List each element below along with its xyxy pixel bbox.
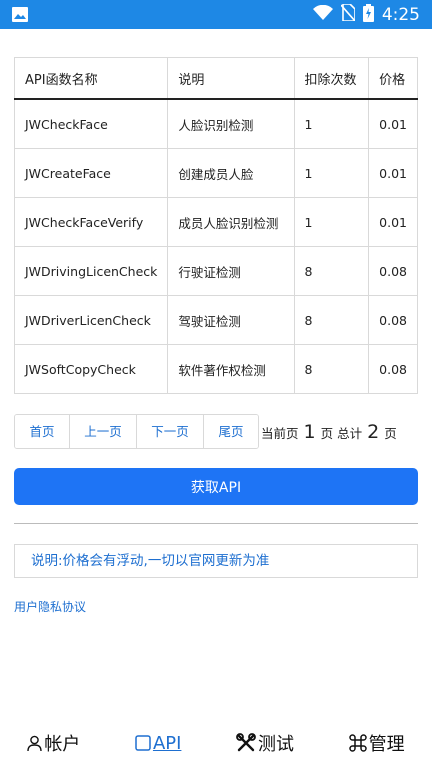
cell-price: 0.01 xyxy=(368,197,418,247)
api-price-table: API函数名称 说明 扣除次数 价格 JWCheckFace 人脸识别检测 1 … xyxy=(13,57,418,394)
privacy-policy-link[interactable]: 用户隐私协议 xyxy=(14,598,86,615)
tools-icon xyxy=(236,733,256,753)
cell-api-name: JWCheckFace xyxy=(13,98,169,149)
cell-api-name: JWSoftCopyCheck xyxy=(13,344,169,394)
total-pages-suffix: 页 xyxy=(384,425,397,441)
cell-description: 成员人脸识别检测 xyxy=(167,197,295,247)
pagination-buttons: 首页 上一页 下一页 尾页 xyxy=(14,414,259,449)
cell-price: 0.08 xyxy=(368,344,418,394)
cell-count: 1 xyxy=(293,98,370,149)
fetch-api-button[interactable]: 获取API xyxy=(14,468,418,505)
cell-description: 人脸识别检测 xyxy=(167,98,295,149)
cell-api-name: JWDrivingLicenCheck xyxy=(13,246,169,296)
cell-count: 8 xyxy=(293,295,370,345)
cell-price: 0.08 xyxy=(368,295,418,345)
user-icon xyxy=(27,735,43,751)
price-notice: 说明:价格会有浮动,一切以官网更新为准 xyxy=(14,544,418,578)
nav-manage[interactable]: 管理 xyxy=(348,730,405,756)
current-page-number: 1 xyxy=(303,420,316,443)
cell-description: 软件著作权检测 xyxy=(167,344,295,394)
table-row: JWSoftCopyCheck 软件著作权检测 8 0.08 xyxy=(13,344,418,394)
column-header-name: API函数名称 xyxy=(13,57,169,100)
nav-api[interactable]: API xyxy=(135,733,181,754)
current-page-prefix: 当前页 xyxy=(261,425,299,441)
table-row: JWCheckFaceVerify 成员人脸识别检测 1 0.01 xyxy=(13,197,418,247)
status-time: 4:25 xyxy=(381,4,420,25)
page-info: 当前页 1 页 总计 2 页 xyxy=(261,421,397,443)
nav-manage-label: 管理 xyxy=(368,734,405,755)
status-bar: 4:25 xyxy=(0,0,432,29)
table-header-row: API函数名称 说明 扣除次数 价格 xyxy=(13,57,418,100)
table-row: JWCreateFace 创建成员人脸 1 0.01 xyxy=(13,148,418,198)
cell-description: 行驶证检测 xyxy=(167,246,295,296)
table-row: JWDrivingLicenCheck 行驶证检测 8 0.08 xyxy=(13,246,418,296)
cell-price: 0.01 xyxy=(368,98,418,149)
cell-count: 8 xyxy=(293,344,370,394)
image-notification-icon xyxy=(12,7,28,26)
wifi-icon xyxy=(312,4,333,24)
cell-api-name: JWCheckFaceVerify xyxy=(13,197,169,247)
cell-price: 0.08 xyxy=(368,246,418,296)
nav-test-label: 测试 xyxy=(258,734,295,755)
cell-api-name: JWCreateFace xyxy=(13,148,169,198)
square-icon xyxy=(135,735,151,751)
column-header-desc: 说明 xyxy=(167,57,295,100)
total-pages-number: 2 xyxy=(367,420,380,443)
nav-test[interactable]: 测试 xyxy=(236,730,294,756)
cell-description: 创建成员人脸 xyxy=(167,148,295,198)
no-sim-icon xyxy=(340,3,356,25)
command-icon xyxy=(348,734,367,752)
prev-page-button[interactable]: 上一页 xyxy=(70,415,137,448)
cell-price: 0.01 xyxy=(368,148,418,198)
cell-count: 1 xyxy=(293,148,370,198)
last-page-button[interactable]: 尾页 xyxy=(204,415,258,448)
table-row: JWCheckFace 人脸识别检测 1 0.01 xyxy=(13,98,418,149)
total-pages-prefix: 总计 xyxy=(337,425,363,441)
cell-count: 1 xyxy=(293,197,370,247)
first-page-button[interactable]: 首页 xyxy=(15,415,70,448)
nav-account-label: 帐户 xyxy=(44,734,81,755)
column-header-price: 价格 xyxy=(368,57,418,100)
cell-count: 8 xyxy=(293,246,370,296)
nav-account[interactable]: 帐户 xyxy=(27,730,80,756)
cell-api-name: JWDriverLicenCheck xyxy=(13,295,169,345)
bottom-nav: 帐户 API 测试 管理 xyxy=(0,725,432,761)
nav-api-label: API xyxy=(152,732,182,754)
next-page-button[interactable]: 下一页 xyxy=(137,415,204,448)
pagination: 首页 上一页 下一页 尾页 当前页 1 页 总计 2 页 xyxy=(14,414,397,449)
table-row: JWDriverLicenCheck 驾驶证检测 8 0.08 xyxy=(13,295,418,345)
current-page-suffix: 页 xyxy=(320,425,334,441)
column-header-count: 扣除次数 xyxy=(293,57,370,100)
battery-charging-icon xyxy=(362,3,374,26)
cell-description: 驾驶证检测 xyxy=(167,295,295,345)
divider xyxy=(14,523,418,524)
